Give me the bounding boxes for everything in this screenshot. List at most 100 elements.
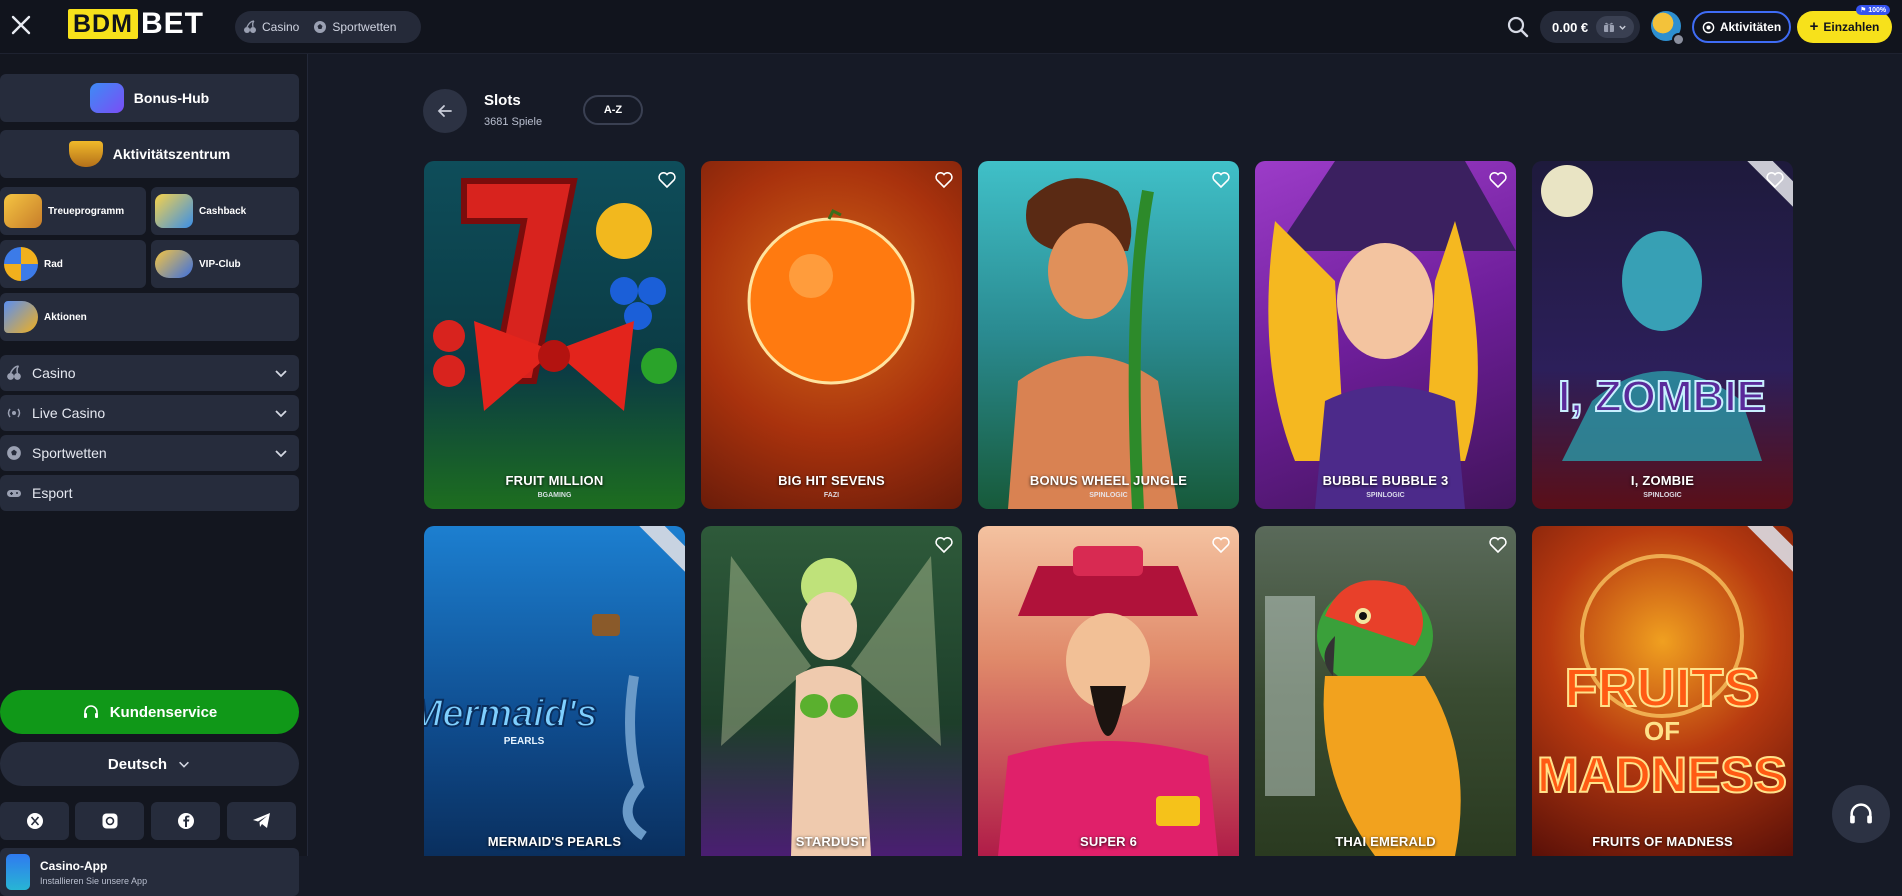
social-x-button[interactable] (0, 802, 69, 840)
broadcast-icon (7, 408, 21, 418)
social-telegram-button[interactable] (227, 802, 296, 840)
sidebar-item-promotions[interactable]: Aktionen (0, 293, 299, 341)
game-tile[interactable]: BONUS WHEEL JUNGLE SPINLOGIC (978, 161, 1239, 509)
sidebar-item-live-casino[interactable]: Live Casino (0, 395, 299, 431)
gamepad-icon (7, 490, 21, 497)
game-title: BIG HIT SEVENS (778, 473, 885, 488)
sidebar-esport-label: Esport (32, 485, 73, 501)
balance-widget[interactable]: 0.00 € (1540, 11, 1640, 43)
sidebar-item-sports[interactable]: Sportwetten (0, 435, 299, 471)
app-subtitle: Installieren Sie unsere App (40, 875, 148, 886)
logo-bet: BET (140, 7, 204, 40)
top-nav-sports-label: Sportwetten (332, 20, 397, 34)
top-nav: Casino Sportwetten (235, 11, 421, 43)
sidebar-item-wheel[interactable]: Rad (0, 240, 146, 288)
favorite-heart-icon[interactable] (657, 170, 677, 190)
game-title: MERMAID'S PEARLS (487, 834, 622, 849)
shield-badge-icon (68, 141, 103, 167)
avatar-status-dot (1672, 33, 1685, 46)
customer-service-label: Kundenservice (109, 703, 218, 721)
wheel-icon (4, 247, 38, 281)
deposit-label: Einzahlen (1823, 20, 1880, 34)
wallet-dropdown[interactable] (1596, 16, 1634, 38)
fruits-logo-line1: FRUITS (1565, 658, 1760, 718)
sidebar-item-loyalty[interactable]: Treueprogramm (0, 187, 146, 235)
language-selector[interactable]: Deutsch (0, 742, 299, 786)
app-title: Casino-App (40, 858, 108, 873)
social-instagram-button[interactable] (75, 802, 144, 840)
back-button[interactable] (423, 89, 467, 133)
activities-button[interactable]: Aktivitäten (1692, 11, 1791, 43)
sidebar-item-vip[interactable]: VIP-Club (151, 240, 299, 288)
favorite-heart-icon[interactable] (934, 170, 954, 190)
cashback-label: Cashback (199, 205, 247, 217)
game-tile[interactable]: BUBBLE BUBBLE 3 SPINLOGIC (1255, 161, 1516, 509)
game-art-fruit-million (433, 178, 677, 411)
fruits-logo-line3: MADNESS (1537, 747, 1787, 803)
game-art-stardust (721, 556, 941, 856)
loyalty-label: Treueprogramm (48, 205, 125, 217)
fruits-logo-line2: OF (1644, 716, 1680, 746)
mermaid-logo-text: Mermaid's (424, 693, 597, 735)
favorite-heart-icon[interactable] (1211, 170, 1231, 190)
vip-label: VIP-Club (199, 258, 241, 270)
top-nav-casino-label: Casino (262, 20, 300, 34)
game-tile[interactable]: FRUIT MILLION BGAMING (424, 161, 685, 509)
game-tile[interactable]: STARDUST (701, 526, 962, 856)
game-provider: SPINLOGIC (1089, 492, 1128, 499)
page-title: Slots (484, 92, 521, 109)
sidebar-casino-label: Casino (32, 365, 76, 381)
deposit-button[interactable]: + Einzahlen (1797, 11, 1892, 43)
badge-flag-icon: ⚑ (1860, 7, 1867, 14)
language-label: Deutsch (107, 755, 168, 773)
favorite-heart-icon[interactable] (934, 535, 954, 555)
game-title: BONUS WHEEL JUNGLE (1029, 473, 1188, 488)
chevron-down-icon (275, 410, 287, 418)
favorite-heart-icon[interactable] (1488, 535, 1508, 555)
headset-icon (1850, 803, 1872, 824)
target-icon (1702, 21, 1715, 33)
headset-icon (83, 705, 98, 718)
favorite-heart-icon[interactable] (1488, 170, 1508, 190)
game-title: FRUIT MILLION (505, 473, 604, 488)
plus-icon: + (1809, 18, 1819, 35)
game-provider: BGAMING (537, 492, 572, 499)
game-art-super-6 (998, 546, 1218, 856)
customer-service-button[interactable]: Kundenservice (0, 690, 299, 734)
chevron-down-icon (1619, 25, 1626, 30)
game-tile[interactable]: THAI EMERALD (1255, 526, 1516, 856)
x-icon (26, 813, 43, 829)
top-nav-sports[interactable]: Sportwetten (313, 20, 396, 34)
casino-app-banner[interactable]: Casino-App Installieren Sie unsere App (0, 848, 299, 896)
top-nav-casino[interactable]: Casino (243, 20, 299, 34)
game-tile[interactable]: SUPER 6 (978, 526, 1239, 856)
social-facebook-button[interactable] (151, 802, 220, 840)
mermaid-logo-sub: PEARLS (504, 736, 545, 747)
favorite-heart-icon[interactable] (1211, 535, 1231, 555)
sidebar-item-esport[interactable]: Esport (0, 475, 299, 511)
game-tile[interactable]: BIG HIT SEVENS FAZI (701, 161, 962, 509)
game-title: BUBBLE BUBBLE 3 (1322, 473, 1449, 488)
close-icon[interactable] (8, 12, 34, 38)
search-icon[interactable] (1505, 14, 1531, 40)
gift-icon (1604, 22, 1614, 32)
game-provider: SPINLOGIC (1643, 492, 1682, 499)
sidebar-item-cashback[interactable]: Cashback (151, 187, 299, 235)
wheel-label: Rad (44, 258, 63, 270)
chevron-down-icon (275, 450, 287, 458)
game-title: SUPER 6 (1079, 834, 1138, 849)
brand-logo[interactable]: BDM BET (68, 9, 204, 39)
sidebar-item-casino[interactable]: Casino (0, 355, 299, 391)
sort-az-button[interactable]: A-Z (583, 95, 643, 125)
game-tile[interactable]: Mermaid's PEARLS MERMAID'S PEARLS (424, 526, 685, 856)
instagram-icon (102, 813, 117, 829)
game-title: STARDUST (795, 834, 868, 849)
floating-support-button[interactable] (1832, 785, 1890, 843)
sidebar-bonus-hub[interactable]: Bonus-Hub (0, 74, 299, 122)
coin-stack-icon (155, 194, 193, 228)
cherries-icon (244, 20, 256, 33)
game-tile[interactable]: FRUITS OF MADNESS FRUITS OF MADNESS (1532, 526, 1793, 856)
game-tile[interactable]: I, ZOMBIE I, ZOMBIE SPINLOGIC (1532, 161, 1793, 509)
sidebar-activity-center[interactable]: Aktivitätszentrum (0, 130, 299, 178)
favorite-heart-icon[interactable] (1765, 170, 1785, 190)
